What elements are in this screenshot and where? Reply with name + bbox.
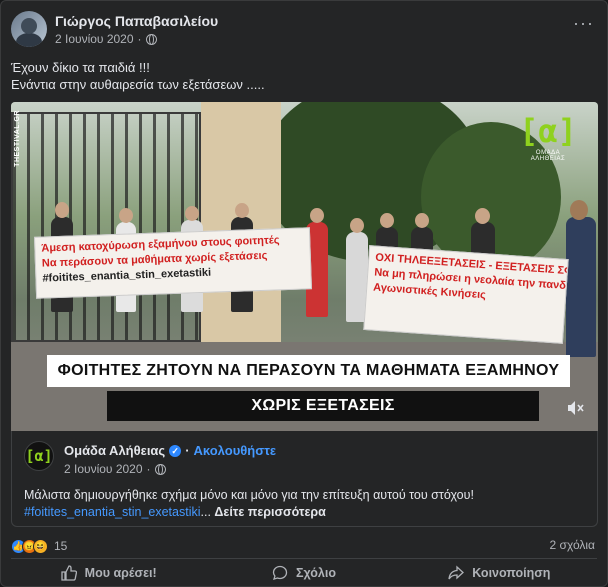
shared-date[interactable]: 2 Ιουνίου 2020 bbox=[64, 462, 143, 476]
banner-left: Άμεση κατοχύρωση εξαμήνου στους φοιτητές… bbox=[34, 227, 312, 299]
protester bbox=[566, 217, 596, 357]
hashtag-link[interactable]: #foitites_enantia_stin_exetastiki bbox=[24, 505, 201, 519]
globe-icon bbox=[154, 463, 166, 475]
name-separator: · bbox=[185, 443, 190, 458]
logo-text: ΟΜΑΔΑ ΑΛΗΘΕΙΑΣ bbox=[530, 150, 566, 162]
like-label: Μου αρέσει! bbox=[84, 566, 157, 580]
post-text: Έχουν δίκιο τα παιδιά !!! Ενάντια στην α… bbox=[11, 59, 265, 93]
more-options-icon[interactable]: ··· bbox=[573, 14, 595, 37]
source-watermark: THESTIVAL.GR bbox=[14, 110, 21, 167]
shared-page-name[interactable]: Ομάδα Αλήθειας bbox=[64, 443, 165, 458]
protester-head bbox=[570, 200, 588, 220]
comments-count[interactable]: 2 σχόλια bbox=[550, 538, 595, 552]
protester-head bbox=[235, 203, 249, 218]
shared-header: Ομάδα Αλήθειας ✓ · Ακολουθήστε bbox=[64, 443, 276, 458]
protester-head bbox=[119, 208, 133, 223]
post-meta: 2 Ιουνίου 2020 · bbox=[55, 32, 157, 46]
reaction-count: 15 bbox=[54, 539, 68, 553]
mute-icon[interactable] bbox=[566, 400, 584, 416]
verified-badge-icon: ✓ bbox=[169, 444, 182, 457]
protester-head bbox=[185, 206, 199, 221]
video-caption-line-1: ΦΟΙΤΗΤΕΣ ΖΗΤΟΥΝ ΝΑ ΠΕΡΑΣΟΥΝ ΤΑ ΜΑΘΗΜΑΤΑ … bbox=[47, 355, 570, 387]
shared-meta: 2 Ιουνίου 2020 · bbox=[64, 462, 166, 476]
comment-label: Σχόλιο bbox=[296, 566, 336, 580]
shared-text: Μάλιστα δημιουργήθηκε σχήμα μόνο και μόν… bbox=[24, 487, 474, 521]
globe-icon bbox=[145, 33, 157, 45]
post-date[interactable]: 2 Ιουνίου 2020 bbox=[55, 32, 134, 46]
post-text-line-2: Ενάντια στην αυθαιρεσία των εξετάσεων ..… bbox=[11, 77, 265, 92]
omada-logo: [α] ΟΜΑΔΑ ΑΛΗΘΕΙΑΣ bbox=[518, 112, 578, 170]
meta-separator: · bbox=[137, 32, 142, 46]
shared-meta-separator: · bbox=[146, 462, 151, 476]
post-header: Γιώργος Παπαβασιλείου 2 Ιουνίου 2020 · ·… bbox=[11, 11, 597, 51]
protester-head bbox=[380, 213, 394, 228]
share-icon bbox=[448, 565, 465, 580]
action-bar: Μου αρέσει! Σχόλιο Κοινοποίηση bbox=[11, 561, 597, 585]
protester-head bbox=[415, 213, 429, 228]
iron-gate bbox=[11, 112, 201, 342]
shared-text-line-2: #foitites_enantia_stin_exetastiki... Δεί… bbox=[24, 504, 474, 521]
share-button[interactable]: Κοινοποίηση bbox=[402, 561, 597, 585]
post-card: Γιώργος Παπαβασιλείου 2 Ιουνίου 2020 · ·… bbox=[0, 0, 608, 587]
shared-post[interactable]: [α] Ομάδα Αλήθειας ✓ · Ακολουθήστε 2 Ιου… bbox=[11, 431, 598, 527]
protester-head bbox=[55, 202, 69, 218]
video-player[interactable]: Άμεση κατοχύρωση εξαμήνου στους φοιτητές… bbox=[11, 102, 598, 431]
reactions-summary[interactable]: 👍 😠 😆 15 bbox=[11, 538, 67, 554]
author-avatar[interactable] bbox=[11, 11, 47, 47]
like-button[interactable]: Μου αρέσει! bbox=[11, 561, 206, 585]
haha-reaction-icon: 😆 bbox=[33, 538, 48, 554]
video-caption-line-2: ΧΩΡΙΣ ΕΞΕΤΑΣΕΙΣ bbox=[107, 391, 539, 421]
shared-text-line: Μάλιστα δημιουργήθηκε σχήμα μόνο και μόν… bbox=[24, 488, 474, 502]
banner-right: ΟΧΙ ΤΗΛΕΕΞΕΤΑΣΕΙΣ - ΕΞΕΤΑΣΕΙΣ ΣΦΑΓΕΙΟ Να… bbox=[363, 245, 569, 344]
shared-page-avatar[interactable]: [α] bbox=[24, 441, 54, 471]
comment-icon bbox=[272, 565, 288, 580]
divider bbox=[11, 558, 597, 559]
ellipsis: ... bbox=[200, 505, 211, 519]
follow-button[interactable]: Ακολουθήστε bbox=[194, 443, 277, 458]
share-label: Κοινοποίηση bbox=[472, 566, 551, 580]
protester-head bbox=[475, 208, 490, 224]
author-name[interactable]: Γιώργος Παπαβασιλείου bbox=[55, 13, 218, 29]
logo-mark: [α] bbox=[519, 112, 577, 150]
like-icon bbox=[61, 565, 77, 581]
see-more-link[interactable]: Δείτε περισσότερα bbox=[214, 505, 325, 519]
post-text-line-1: Έχουν δίκιο τα παιδιά !!! bbox=[11, 60, 150, 75]
protester-head bbox=[350, 218, 364, 233]
protester-head bbox=[310, 208, 324, 223]
comment-button[interactable]: Σχόλιο bbox=[206, 561, 401, 585]
